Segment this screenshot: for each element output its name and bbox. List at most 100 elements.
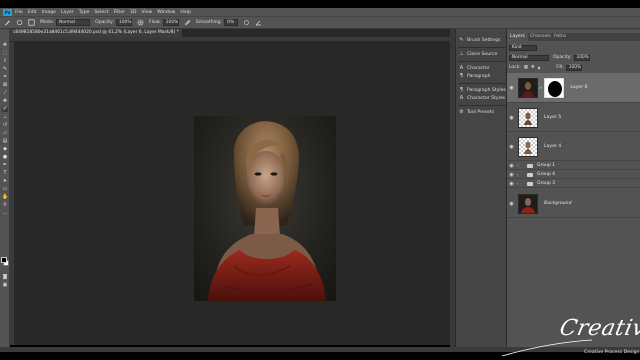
brush-tool-icon[interactable]: ✐ [2,107,8,112]
hand-tool-icon[interactable]: ✋ [2,195,8,200]
visibility-eye-icon[interactable]: ◉ [507,201,516,207]
brush-angle-icon[interactable] [255,19,262,26]
chevron-right-icon[interactable]: › [517,181,521,186]
brush-settings-panel-button[interactable]: ✎ Brush Settings [459,37,500,44]
layer-name[interactable]: Layer 6 [570,85,587,90]
menu-select[interactable]: Select [94,10,108,15]
visibility-eye-icon[interactable]: ◉ [507,172,516,178]
mode-select[interactable]: Normal [56,19,91,26]
visibility-eye-icon[interactable]: ◉ [507,85,516,91]
menu-image[interactable]: Image [42,10,56,15]
document-tab-bar: c849818580e31a8461c5,89444020.psd @ 41,2… [10,29,450,37]
layer-name[interactable]: Layer 5 [544,115,561,120]
menu-type[interactable]: Type [79,10,90,15]
type-tool-icon[interactable]: T [2,171,8,176]
paragraph-panel-button[interactable]: ¶ Paragraph [459,73,491,80]
menu-view[interactable]: View [141,10,152,15]
healing-brush-tool-icon[interactable]: ✚ [2,99,8,104]
character-label: Character [467,66,490,71]
gradient-tool-icon[interactable]: ▤ [2,139,8,144]
clone-stamp-tool-icon[interactable]: ⊥ [2,115,8,120]
menu-layer[interactable]: Layer [61,10,74,15]
frame-tool-icon[interactable]: ⊠ [2,83,8,88]
lock-position-icon[interactable]: ✥ [531,65,535,70]
paragraph-icon: ¶ [459,73,464,79]
path-selection-tool-icon[interactable]: ➤ [2,179,8,184]
layer-opacity-field[interactable]: 100% [573,54,590,61]
menu-help[interactable]: Help [180,10,190,15]
tab-layers[interactable]: Layers [507,33,528,41]
opacity-field[interactable]: 100% [115,19,132,26]
layer-thumbnail [518,107,538,128]
brush-size-icon[interactable] [16,19,23,26]
layer-group-row[interactable]: ◉ › Group 1 [507,162,640,170]
pressure-opacity-icon[interactable] [137,19,144,26]
quick-select-tool-icon[interactable]: ✎ [2,67,8,72]
tool-presets-panel-button[interactable]: ⚙ Tool Presets [459,109,494,116]
tool-presets-icon: ⚙ [459,109,464,115]
menu-filter[interactable]: Filter [114,10,125,15]
chevron-right-icon[interactable]: › [517,172,521,177]
smoothing-options-gear-icon[interactable] [243,19,250,26]
marquee-tool-icon[interactable]: ⬚ [2,51,8,56]
group-name[interactable]: Group 4 [537,172,555,177]
group-name[interactable]: Group 1 [537,163,555,168]
layer-name[interactable]: Background [544,201,572,206]
brush-panel-toggle-icon[interactable] [28,19,35,26]
visibility-eye-icon[interactable]: ◉ [507,163,516,169]
flow-field[interactable]: 100% [162,19,179,26]
airbrush-icon[interactable] [184,19,191,26]
layer-row[interactable]: ◉ Background [507,190,640,218]
menu-file[interactable]: File [15,10,23,15]
character-styles-panel-button[interactable]: A Character Styles [459,95,505,102]
group-name[interactable]: Group 3 [537,181,555,186]
lock-all-icon[interactable]: 🔒︎ [538,65,540,71]
lock-pixels-icon[interactable]: ▦ [524,65,528,70]
chevron-right-icon[interactable]: › [517,163,521,168]
blend-mode-select[interactable]: Normal [509,54,549,61]
menu-edit[interactable]: Edit [28,10,37,15]
layer-mask-thumbnail[interactable] [544,77,565,98]
layer-row[interactable]: ◉ Layer 4 [507,133,640,161]
clone-source-icon: ⊥ [459,51,464,57]
rectangle-tool-icon[interactable]: ▭ [2,187,8,192]
chain-link-icon[interactable]: ∞ [539,85,542,90]
menu-3d[interactable]: 3D [130,10,136,15]
layer-group-row[interactable]: ◉ › Group 4 [507,171,640,179]
pen-tool-icon[interactable]: ✒ [2,163,8,168]
layer-kind-filter[interactable]: Kind [509,44,537,51]
layer-row[interactable]: ◉ Layer 5 [507,104,640,132]
eraser-tool-icon[interactable]: ▱ [2,131,8,136]
document-tab[interactable]: c849818580e31a8461c5,89444020.psd @ 41,2… [10,29,182,37]
canvas-area[interactable] [15,42,450,345]
tab-channels[interactable]: Channels [527,33,554,41]
crop-tool-icon[interactable]: ⌗ [2,75,8,80]
foreground-color-swatch[interactable] [1,257,7,263]
layer-row[interactable]: ◉ ∞ Layer 6 [507,73,640,103]
smoothing-field[interactable]: 0% [224,19,239,26]
eyedropper-tool-icon[interactable]: ⁄ [2,91,8,96]
brush-tool-preset-icon[interactable] [4,19,11,26]
layer-name[interactable]: Layer 4 [544,144,561,149]
more-tools-icon[interactable]: … [2,211,8,216]
clone-source-label: Clone Source [467,52,498,57]
visibility-eye-icon[interactable]: ◉ [507,181,516,187]
blur-tool-icon[interactable]: ◆ [2,147,8,152]
fill-field[interactable]: 100% [565,64,582,71]
quick-mask-icon[interactable]: ◙ [2,275,8,280]
visibility-eye-icon[interactable]: ◉ [507,144,516,150]
menu-window[interactable]: Window [157,10,175,15]
layer-group-row[interactable]: ◉ › Group 3 [507,180,640,188]
paragraph-styles-panel-button[interactable]: ¶ Paragraph Styles [459,87,506,94]
history-brush-tool-icon[interactable]: ↺ [2,123,8,128]
move-tool-icon[interactable]: ✥ [2,43,8,48]
dodge-tool-icon[interactable]: ● [2,155,8,160]
clone-source-panel-button[interactable]: ⊥ Clone Source [459,51,497,58]
screen-mode-icon[interactable]: ▣ [2,283,8,288]
tab-paths[interactable]: Paths [551,33,569,41]
character-panel-button[interactable]: A Character [459,65,490,72]
portrait-photo[interactable] [194,116,336,301]
lasso-tool-icon[interactable]: ℓ [2,59,8,64]
visibility-eye-icon[interactable]: ◉ [507,115,516,121]
zoom-tool-icon[interactable]: ⚲ [2,203,8,208]
